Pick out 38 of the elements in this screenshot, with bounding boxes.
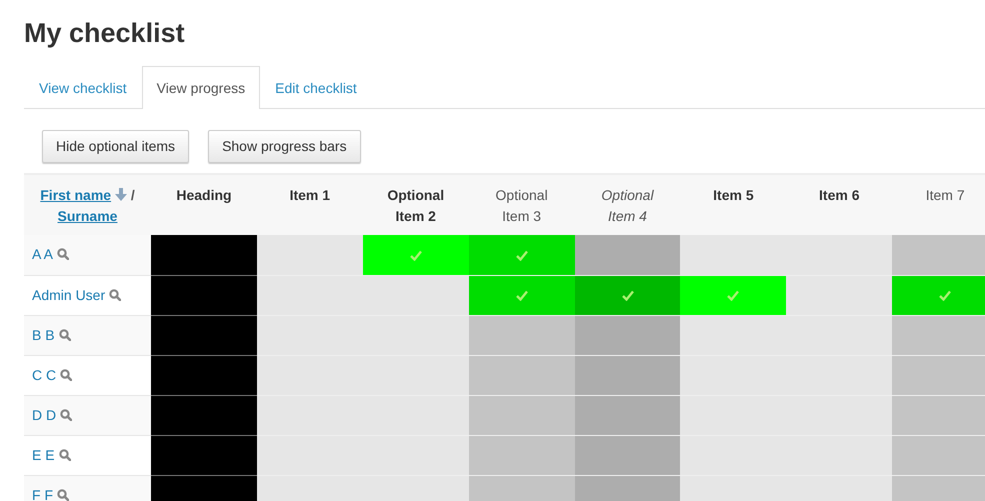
- column-header: Optional Item 3: [496, 187, 548, 224]
- search-icon[interactable]: [60, 408, 72, 420]
- search-icon[interactable]: [57, 488, 69, 500]
- search-icon[interactable]: [57, 248, 70, 260]
- column-header: Item 1: [290, 187, 330, 203]
- column-header: Optional Item 4: [601, 187, 654, 224]
- toolbar-button[interactable]: Hide optional items: [42, 130, 190, 163]
- column-header: Item 5: [713, 187, 754, 203]
- column-header: Heading: [176, 187, 232, 203]
- column-header: Item 7: [926, 187, 965, 203]
- user-link[interactable]: F F: [32, 486, 53, 501]
- sort-down-icon: [114, 188, 127, 201]
- column-header: Optional Item 2: [387, 187, 444, 224]
- user-link[interactable]: E E: [32, 446, 55, 462]
- user-link[interactable]: B B: [32, 326, 55, 342]
- search-icon[interactable]: [58, 448, 71, 460]
- user-link[interactable]: Admin User: [32, 286, 106, 302]
- check-icon: [939, 290, 952, 302]
- user-link[interactable]: C C: [32, 366, 56, 382]
- user-link[interactable]: D D: [32, 406, 56, 422]
- column-header: Item 6: [819, 187, 860, 203]
- check-icon: [516, 290, 528, 302]
- sort-link[interactable]: First name: [40, 187, 112, 203]
- toolbar-button[interactable]: Show progress bars: [208, 130, 361, 163]
- separator-text: /: [130, 187, 135, 203]
- check-icon: [622, 290, 634, 302]
- search-icon[interactable]: [58, 328, 71, 340]
- user-link[interactable]: A A: [32, 246, 54, 262]
- check-icon: [516, 250, 528, 262]
- tab[interactable]: Edit checklist: [260, 66, 372, 109]
- page-title: My checklist: [24, 17, 186, 50]
- check-icon: [727, 290, 740, 302]
- search-icon[interactable]: [60, 368, 72, 380]
- tab[interactable]: View checklist: [24, 66, 142, 109]
- check-icon: [410, 250, 422, 262]
- search-icon[interactable]: [109, 288, 122, 300]
- tab[interactable]: View progress: [142, 66, 260, 109]
- sort-link[interactable]: Surname: [58, 208, 118, 224]
